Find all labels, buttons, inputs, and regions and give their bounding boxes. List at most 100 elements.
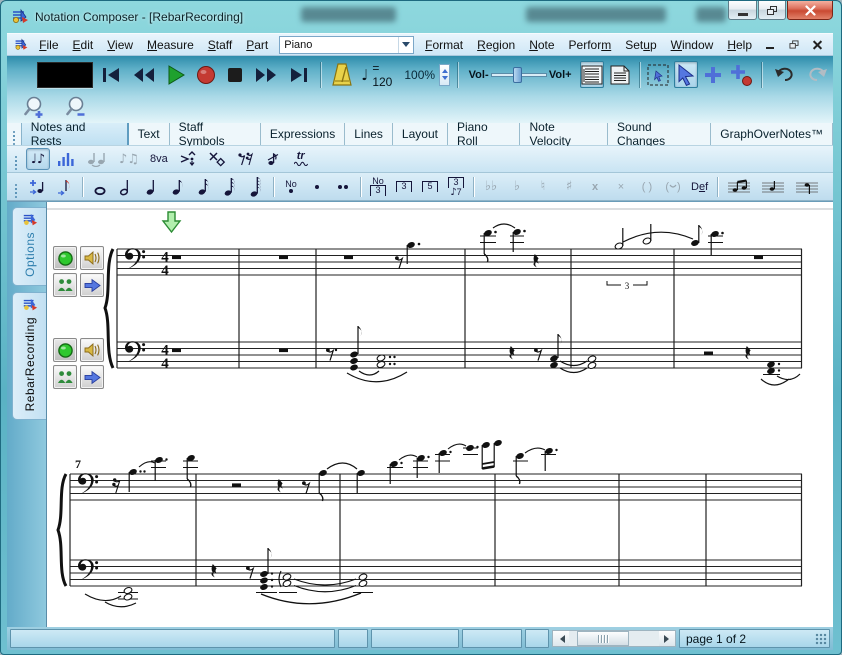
double-flat-button[interactable]: ♭♭: [479, 176, 503, 198]
menu-help[interactable]: Help: [720, 36, 759, 54]
thirtysecond-note-button[interactable]: [218, 176, 242, 198]
mdi-restore-button[interactable]: [783, 36, 804, 53]
menu-format[interactable]: Format: [418, 36, 470, 54]
rewind-button[interactable]: [129, 61, 159, 89]
sidebar-tab-rebarrecording[interactable]: RebarRecording: [12, 292, 46, 420]
part-selector-dropdown[interactable]: [398, 37, 413, 53]
part-selector[interactable]: Piano: [279, 36, 414, 54]
tab-graphovernotes[interactable]: GraphOverNotes™: [711, 123, 833, 145]
tab-note-velocity[interactable]: Note Velocity: [520, 123, 608, 145]
tab-sound-changes[interactable]: Sound Changes: [608, 123, 711, 145]
scroll-left-button[interactable]: [553, 631, 569, 646]
redo-button[interactable]: [803, 61, 833, 89]
single-dot-button[interactable]: [305, 176, 329, 198]
menu-view[interactable]: View: [100, 36, 140, 54]
record-button[interactable]: [193, 61, 219, 89]
marquee-select-button[interactable]: [646, 61, 670, 88]
play-button[interactable]: [163, 61, 189, 89]
undo-button[interactable]: [769, 61, 799, 89]
tab-expressions[interactable]: Expressions: [261, 123, 345, 145]
zoom-spin-down-button[interactable]: [440, 75, 449, 85]
tied-notes-button[interactable]: [82, 148, 112, 170]
restore-button[interactable]: [758, 1, 786, 20]
menu-measure[interactable]: Measure: [140, 36, 201, 54]
sixteenth-note-button[interactable]: [192, 176, 216, 198]
add-record-mode-button[interactable]: [728, 61, 754, 88]
double-sharp-button[interactable]: x: [583, 176, 607, 198]
toolbar-grip[interactable]: [11, 184, 21, 190]
no-tuplet-button[interactable]: No3: [366, 176, 390, 198]
parentheses-button[interactable]: ( ): [635, 176, 659, 198]
parentheses-tie-button[interactable]: (): [661, 176, 685, 198]
add-note-mode-button[interactable]: [702, 61, 724, 88]
sidebar-tab-options[interactable]: Options: [12, 207, 46, 286]
scrollbar-thumb[interactable]: [577, 631, 629, 646]
score-document[interactable]: 4 4 4 4: [46, 202, 833, 627]
accent-marks-button[interactable]: [175, 148, 201, 170]
tab-piano-roll[interactable]: Piano Roll: [448, 123, 521, 145]
insert-note-button[interactable]: [25, 176, 51, 198]
note-velocity-bars-button[interactable]: [53, 148, 79, 170]
note-stem-through-staff-button[interactable]: [791, 176, 823, 198]
insert-rest-button[interactable]: [53, 176, 77, 198]
beamed-notes-button[interactable]: ♪♫: [115, 148, 143, 170]
grace-note-button[interactable]: [262, 148, 286, 170]
menu-part[interactable]: Part: [239, 36, 275, 54]
default-accidental-button[interactable]: Def: [687, 176, 712, 198]
titlebar[interactable]: Notation Composer - [RebarRecording]: [1, 1, 841, 33]
menu-edit[interactable]: Edit: [66, 36, 101, 54]
stop-button[interactable]: [223, 61, 247, 89]
whole-note-button[interactable]: [88, 176, 112, 198]
close-button[interactable]: [787, 1, 833, 20]
app-icon-small[interactable]: [14, 37, 28, 53]
go-to-end-button[interactable]: [285, 61, 313, 89]
note-stem-up-staff-button[interactable]: [757, 176, 789, 198]
no-dot-button[interactable]: No: [279, 176, 303, 198]
tab-staff-symbols[interactable]: Staff Symbols: [170, 123, 261, 145]
mdi-close-button[interactable]: [807, 36, 828, 53]
menu-note[interactable]: Note: [522, 36, 561, 54]
remove-accidental-button[interactable]: ×: [609, 176, 633, 198]
minimize-button[interactable]: [728, 1, 757, 20]
sixtyfourth-note-button[interactable]: [244, 176, 268, 198]
tab-lines[interactable]: Lines: [345, 123, 393, 145]
scroll-right-button[interactable]: [659, 631, 675, 646]
tab-layout[interactable]: Layout: [393, 123, 448, 145]
double-dot-button[interactable]: [331, 176, 355, 198]
volume-slider[interactable]: [491, 73, 547, 77]
quintuplet-button[interactable]: 5: [418, 176, 442, 198]
menu-perform[interactable]: Perform: [562, 36, 619, 54]
zoom-spin-up-button[interactable]: [440, 65, 449, 75]
menu-staff[interactable]: Staff: [201, 36, 239, 54]
horizontal-scrollbar[interactable]: [552, 630, 676, 647]
toolbar-grip[interactable]: [9, 123, 19, 145]
zoom-out-button[interactable]: [61, 94, 93, 122]
score-layout-view-button[interactable]: [580, 61, 604, 88]
toolbar-grip[interactable]: [11, 156, 21, 162]
fast-forward-button[interactable]: [251, 61, 281, 89]
menu-region[interactable]: Region: [470, 36, 522, 54]
menu-window[interactable]: Window: [664, 36, 721, 54]
menu-setup[interactable]: Setup: [618, 36, 663, 54]
menu-file[interactable]: File: [32, 36, 65, 54]
flat-button[interactable]: ♭: [505, 176, 529, 198]
page-view-button[interactable]: [608, 61, 632, 88]
notes-mode-button[interactable]: ♩♪: [26, 148, 50, 170]
arrow-select-button[interactable]: [674, 61, 698, 88]
sharp-button[interactable]: ♯: [557, 176, 581, 198]
tab-text[interactable]: Text: [129, 123, 170, 145]
volume-slider-handle[interactable]: [513, 67, 522, 83]
scrollbar-track[interactable]: [569, 631, 659, 646]
score-canvas[interactable]: 4 4 4 4: [47, 202, 833, 627]
playback-marker-arrow[interactable]: [163, 212, 180, 232]
go-to-start-button[interactable]: [97, 61, 125, 89]
natural-button[interactable]: ♮: [531, 176, 555, 198]
trill-button[interactable]: tr: [289, 148, 313, 170]
mdi-minimize-button[interactable]: [759, 36, 780, 53]
custom-tuplet-button[interactable]: 3 ♪7: [444, 176, 468, 198]
beam-notes-on-staff-button[interactable]: [723, 176, 755, 198]
triplet-button[interactable]: 3: [392, 176, 416, 198]
eighth-note-button[interactable]: [166, 176, 190, 198]
resize-grip[interactable]: [815, 633, 827, 645]
quarter-note-button[interactable]: [140, 176, 164, 198]
